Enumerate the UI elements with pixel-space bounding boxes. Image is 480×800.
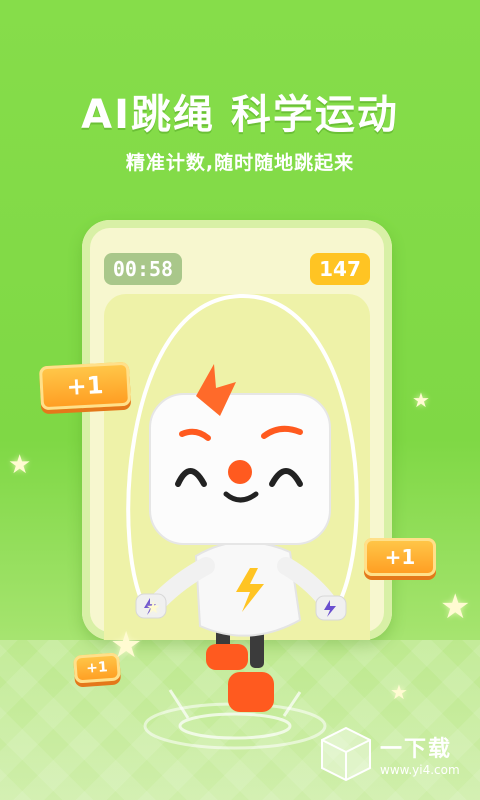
- left-shoe: [206, 644, 248, 670]
- watermark-url: www.yi4.com: [380, 763, 460, 777]
- motion-line-left: [168, 689, 190, 719]
- ground-ring-inner: [178, 712, 292, 740]
- star-icon: ★: [146, 598, 161, 617]
- star-icon: ★: [110, 625, 143, 666]
- watermark: 一下载 www.yi4.com: [318, 718, 468, 790]
- star-icon: ★: [440, 587, 471, 627]
- nose: [228, 460, 252, 484]
- plus-one-badge: +1: [364, 538, 436, 576]
- motion-line-right: [282, 691, 302, 717]
- watermark-name: 一下载: [380, 737, 453, 762]
- star-icon: ★: [8, 450, 32, 480]
- right-shoe: [228, 672, 274, 712]
- cube-logo-icon: [321, 726, 371, 782]
- plus-one-badge: +1: [38, 361, 132, 411]
- star-icon: ★: [412, 388, 430, 412]
- star-icon: ★: [390, 680, 408, 704]
